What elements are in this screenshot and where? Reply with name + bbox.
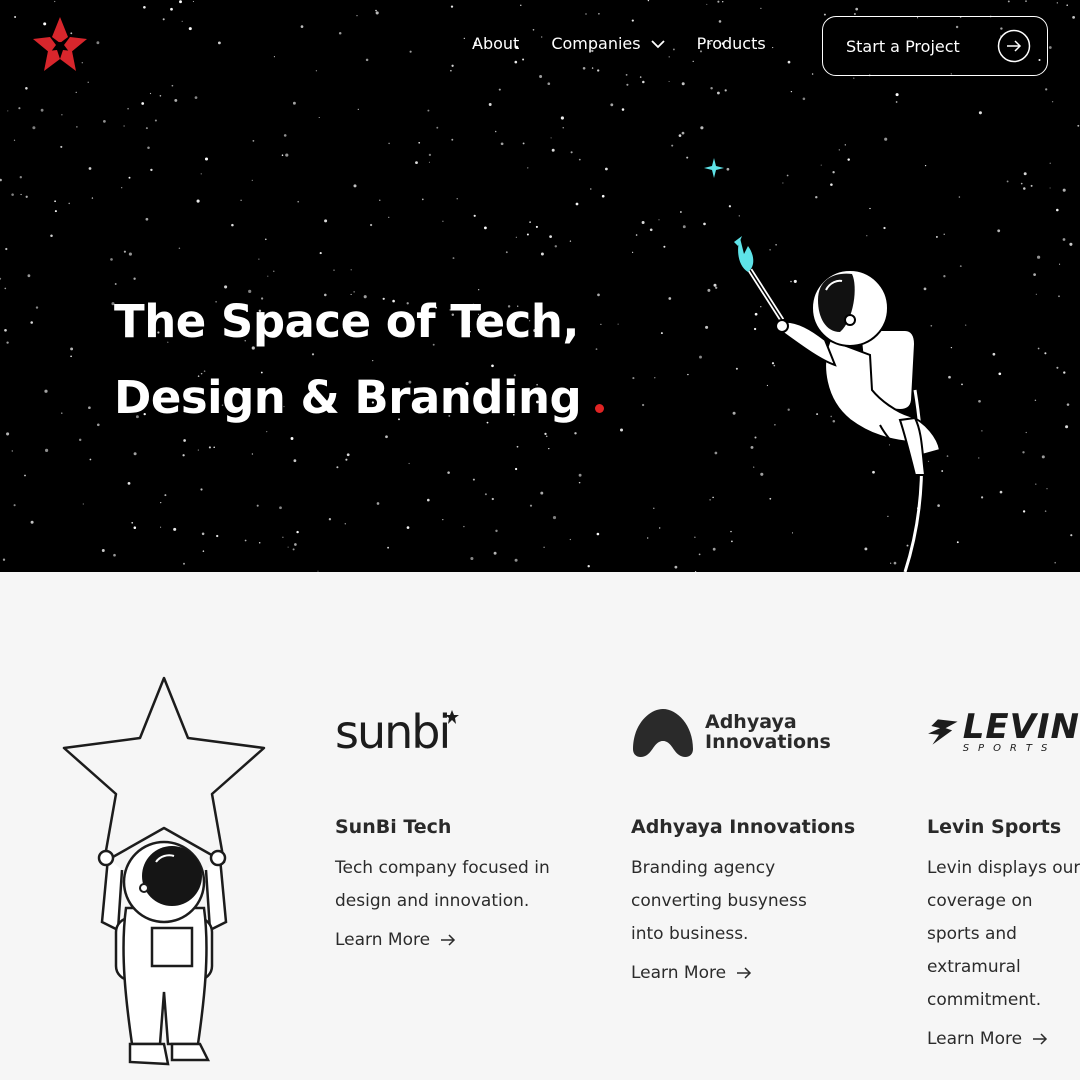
start-project-button[interactable]: Start a Project	[822, 16, 1048, 76]
arrow-right-icon	[441, 934, 456, 946]
company-card-levin: LEVIN SPORTS Levin Sports Levin displays…	[927, 700, 1080, 1050]
levin-logo: LEVIN SPORTS	[927, 700, 1080, 764]
learn-more-label: Learn More	[335, 930, 431, 950]
main-nav: About Companies Products	[472, 34, 766, 53]
arrow-right-circle-icon	[997, 29, 1031, 63]
arrow-right-icon	[1033, 1033, 1048, 1045]
astronaut-illustration	[704, 158, 942, 572]
levin-logo-text: LEVIN	[962, 706, 1080, 747]
adhyaya-mark-icon	[633, 709, 693, 757]
learn-more-link-sunbi[interactable]: Learn More	[335, 930, 595, 950]
nav-about-link[interactable]: About	[472, 34, 519, 53]
hero-section: About Companies Products Start a Project…	[0, 0, 1080, 572]
sunbi-logo: sunbi	[335, 700, 595, 764]
company-description: Tech company focused in design and innov…	[335, 858, 550, 911]
levin-mark-icon	[928, 719, 958, 745]
company-description: Levin displays our coverage on sports an…	[927, 858, 1080, 1010]
sunbi-logo-text: sunbi	[335, 705, 451, 759]
start-project-label: Start a Project	[846, 36, 960, 56]
logo-icon[interactable]	[30, 15, 90, 75]
learn-more-link-adhyaya[interactable]: Learn More	[631, 963, 891, 983]
learn-more-link-levin[interactable]: Learn More	[927, 1029, 1080, 1049]
chevron-down-icon	[650, 39, 665, 48]
adhyaya-logo-text-1: Adhyaya	[705, 711, 797, 733]
company-card-adhyaya: Adhyaya Innovations Adhyaya Innovations …	[631, 700, 891, 983]
nav-companies-label: Companies	[551, 34, 641, 53]
company-name: Adhyaya Innovations	[631, 816, 856, 838]
arrow-right-icon	[737, 967, 752, 979]
company-name: SunBi Tech	[335, 816, 452, 838]
nav-products-link[interactable]: Products	[697, 34, 766, 53]
company-name: Levin Sports	[927, 816, 1062, 838]
nav-companies-dropdown[interactable]: Companies	[551, 34, 665, 53]
star-icon	[445, 710, 460, 724]
accent-dot	[595, 404, 605, 413]
adhyaya-logo-text-2: Innovations	[705, 731, 831, 753]
adhyaya-logo: Adhyaya Innovations	[631, 700, 891, 764]
learn-more-label: Learn More	[927, 1029, 1023, 1049]
learn-more-label: Learn More	[631, 963, 727, 983]
hero-title: The Space of Tech, Design & Branding	[114, 284, 605, 436]
hero-title-line-1: The Space of Tech,	[114, 295, 579, 348]
hero-title-line-2: Design & Branding	[114, 371, 582, 424]
star-illustration	[62, 676, 266, 1066]
company-description: Branding agency converting busyness into…	[631, 858, 807, 944]
company-card-sunbi: sunbi SunBi Tech Tech company focused in…	[335, 700, 595, 950]
